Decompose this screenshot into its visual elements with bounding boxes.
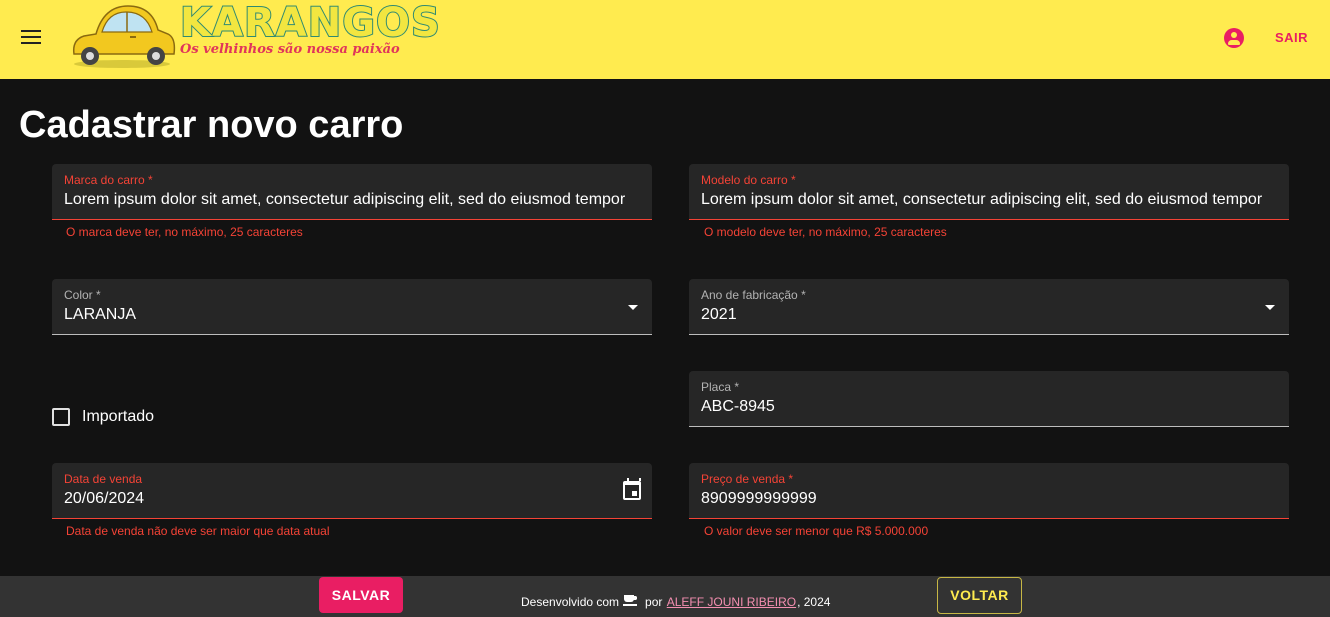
dropdown-arrow-icon	[1265, 305, 1275, 310]
page-title: Cadastrar novo carro	[19, 104, 404, 146]
color-select[interactable]: Color * LARANJA	[52, 279, 652, 335]
color-select-value: LARANJA	[64, 306, 137, 323]
brand-field-value: Lorem ipsum dolor sit amet, consectetur …	[64, 191, 626, 208]
coffee-icon	[623, 592, 639, 606]
brand-subtitle: Os velhinhos são nossa paixão	[180, 42, 400, 57]
credits-suffix: , 2024	[797, 595, 831, 609]
sale-date-field[interactable]: Data de venda 20/06/2024	[52, 463, 652, 519]
credits: Desenvolvido com por ALEFF JOUNI RIBEIRO…	[521, 595, 830, 609]
credits-by: por	[645, 595, 663, 609]
model-field[interactable]: Modelo do carro * Lorem ipsum dolor sit …	[689, 164, 1289, 220]
model-field-error: O modelo deve ter, no máximo, 25 caracte…	[704, 225, 947, 239]
footer-toolbar: SALVAR Desenvolvido com por ALEFF JOUNI …	[0, 576, 1330, 617]
price-field-value: 8909999999999	[701, 490, 817, 507]
year-select-label: Ano de fabricação *	[701, 288, 806, 302]
sale-date-field-error: Data de venda não deve ser maior que dat…	[66, 524, 330, 538]
plate-field-value: ABC-8945	[701, 398, 775, 415]
year-select-value: 2021	[701, 306, 737, 323]
brand-title: KARANGOS	[179, 0, 441, 47]
sale-date-field-value: 20/06/2024	[64, 490, 145, 507]
brand-field-label: Marca do carro *	[64, 173, 153, 187]
model-field-value: Lorem ipsum dolor sit amet, consectetur …	[701, 191, 1263, 208]
calendar-icon[interactable]	[623, 478, 641, 500]
imported-checkbox[interactable]	[52, 408, 70, 426]
color-select-label: Color *	[64, 288, 101, 302]
menu-icon[interactable]	[16, 22, 46, 52]
brand-logo[interactable]: KARANGOS Os velhinhos são nossa paixão	[70, 0, 441, 72]
credits-prefix: Desenvolvido com	[521, 595, 620, 609]
plate-field[interactable]: Placa * ABC-8945	[689, 371, 1289, 427]
app-header: KARANGOS Os velhinhos são nossa paixão S…	[0, 0, 1330, 79]
sale-date-field-label: Data de venda	[64, 472, 143, 486]
car-logo-icon	[72, 5, 176, 68]
brand-field[interactable]: Marca do carro * Lorem ipsum dolor sit a…	[52, 164, 652, 220]
plate-field-label: Placa *	[701, 380, 740, 394]
model-field-label: Modelo do carro *	[701, 173, 796, 187]
dropdown-arrow-icon	[628, 305, 638, 310]
price-field[interactable]: Preço de venda * 8909999999999	[689, 463, 1289, 519]
logout-button[interactable]: SAIR	[1263, 28, 1320, 48]
author-link[interactable]: ALEFF JOUNI RIBEIRO	[667, 595, 796, 609]
save-button[interactable]: SALVAR	[319, 577, 403, 613]
brand-field-error: O marca deve ter, no máximo, 25 caracter…	[66, 225, 303, 239]
imported-checkbox-label: Importado	[82, 408, 155, 425]
price-field-error: O valor deve ser menor que R$ 5.000.000	[704, 524, 929, 538]
imported-checkbox-row[interactable]: Importado	[52, 406, 154, 428]
account-icon[interactable]	[1224, 28, 1244, 48]
back-button[interactable]: VOLTAR	[937, 577, 1022, 614]
price-field-label: Preço de venda *	[701, 472, 794, 486]
year-select[interactable]: Ano de fabricação * 2021	[689, 279, 1289, 335]
